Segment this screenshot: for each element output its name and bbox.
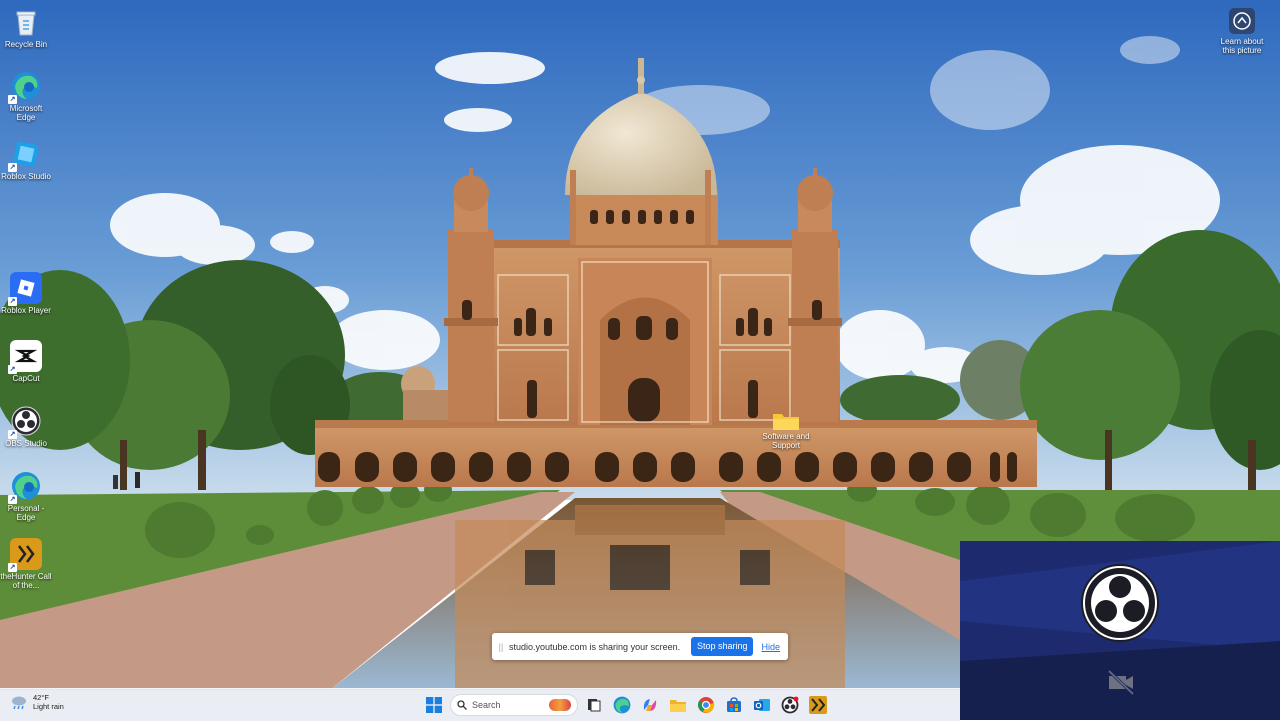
taskbar-obs[interactable]: [778, 693, 802, 717]
search-icon: [457, 700, 467, 710]
camera-off-icon: [1107, 669, 1135, 695]
share-message: studio.youtube.com is sharing your scree…: [509, 641, 681, 652]
search-highlight-icon: [549, 699, 571, 711]
taskbar-store[interactable]: [722, 693, 746, 717]
thehunter-icon: ↗: [8, 538, 42, 572]
taskbar-outlook[interactable]: [750, 693, 774, 717]
desktop-icon-roblox-studio[interactable]: ↗ Roblox Studio: [0, 138, 52, 181]
task-view-button[interactable]: [582, 693, 606, 717]
desktop-icon-label: Roblox Studio: [1, 172, 51, 181]
desktop-icon-roblox-player[interactable]: ↗ Roblox Player: [0, 272, 52, 315]
roblox-player-icon: ↗: [8, 272, 42, 306]
camera-icon: [1229, 8, 1255, 34]
recycle-bin-icon: [10, 6, 42, 38]
taskbar-search[interactable]: Search: [450, 694, 578, 716]
thehunter-icon: [809, 696, 827, 714]
roblox-studio-icon: ↗: [8, 138, 42, 172]
outlook-icon: [754, 699, 770, 711]
obs-icon: ↗: [8, 405, 42, 439]
desktop-icon-label: OBS Studio: [5, 439, 47, 448]
taskbar-apps: Search: [422, 692, 830, 718]
start-button[interactable]: [422, 693, 446, 717]
taskbar-file-explorer[interactable]: [666, 693, 690, 717]
desktop-icon-obs-studio[interactable]: ↗ OBS Studio: [0, 405, 52, 448]
desktop-icon-microsoft-edge[interactable]: ↗ Microsoft Edge: [0, 70, 52, 122]
weather-desc: Light rain: [33, 702, 64, 711]
taskbar-chrome[interactable]: [694, 693, 718, 717]
taskbar: 42°F Light rain Search: [0, 688, 960, 721]
desktop-icon-thehunter[interactable]: ↗ theHunter Call of the...: [0, 538, 52, 590]
folder-icon: [773, 414, 799, 430]
desktop-icon-label: theHunter Call of the...: [0, 572, 52, 590]
obs-icon: [781, 696, 799, 714]
learn-about-picture[interactable]: Learn about this picture: [1214, 8, 1270, 55]
edge-icon: ↗: [8, 70, 42, 104]
obs-logo-icon: [1081, 564, 1159, 642]
desktop-icon-label: Roblox Player: [1, 306, 51, 315]
stop-sharing-button[interactable]: Stop sharing: [690, 637, 754, 656]
weather-temp: 42°F: [33, 693, 49, 702]
rain-cloud-icon: [12, 696, 26, 710]
weather-widget[interactable]: 42°F Light rain: [10, 693, 64, 711]
windows-start-icon: [426, 697, 442, 713]
chrome-icon: [698, 697, 715, 713]
drag-handle-icon[interactable]: ||: [496, 642, 506, 652]
screen-share-bar: || studio.youtube.com is sharing your sc…: [492, 633, 788, 660]
desktop-icon-label: Microsoft Edge: [9, 104, 43, 122]
desktop-icon-recycle-bin[interactable]: Recycle Bin: [0, 6, 52, 49]
search-placeholder: Search: [472, 700, 501, 710]
capcut-icon: ↗: [8, 340, 42, 374]
desktop-icon-label: Personal - Edge: [7, 504, 45, 522]
taskbar-copilot[interactable]: [638, 693, 662, 717]
obs-camera-overlay: [960, 541, 1280, 720]
taskbar-thehunter[interactable]: [806, 693, 830, 717]
desktop-icon-personal-edge[interactable]: ↗ Personal - Edge: [0, 470, 52, 522]
desktop-icon-label: Recycle Bin: [4, 40, 48, 49]
learn-label: Learn about this picture: [1220, 37, 1264, 55]
copilot-icon: [643, 699, 657, 711]
desktop-icon-capcut[interactable]: ↗ CapCut: [0, 340, 52, 383]
edge-icon: [613, 696, 631, 714]
task-view-icon: [588, 699, 601, 712]
taskbar-edge[interactable]: [610, 693, 634, 717]
store-icon: [727, 697, 741, 712]
desktop-icon-label: CapCut: [12, 374, 40, 383]
desktop-folder-software-support[interactable]: Software and Support: [756, 410, 816, 450]
edge-personal-icon: ↗: [8, 470, 42, 504]
hide-link[interactable]: Hide: [761, 642, 780, 652]
file-explorer-icon: [670, 699, 686, 712]
folder-label: Software and Support: [762, 432, 810, 450]
